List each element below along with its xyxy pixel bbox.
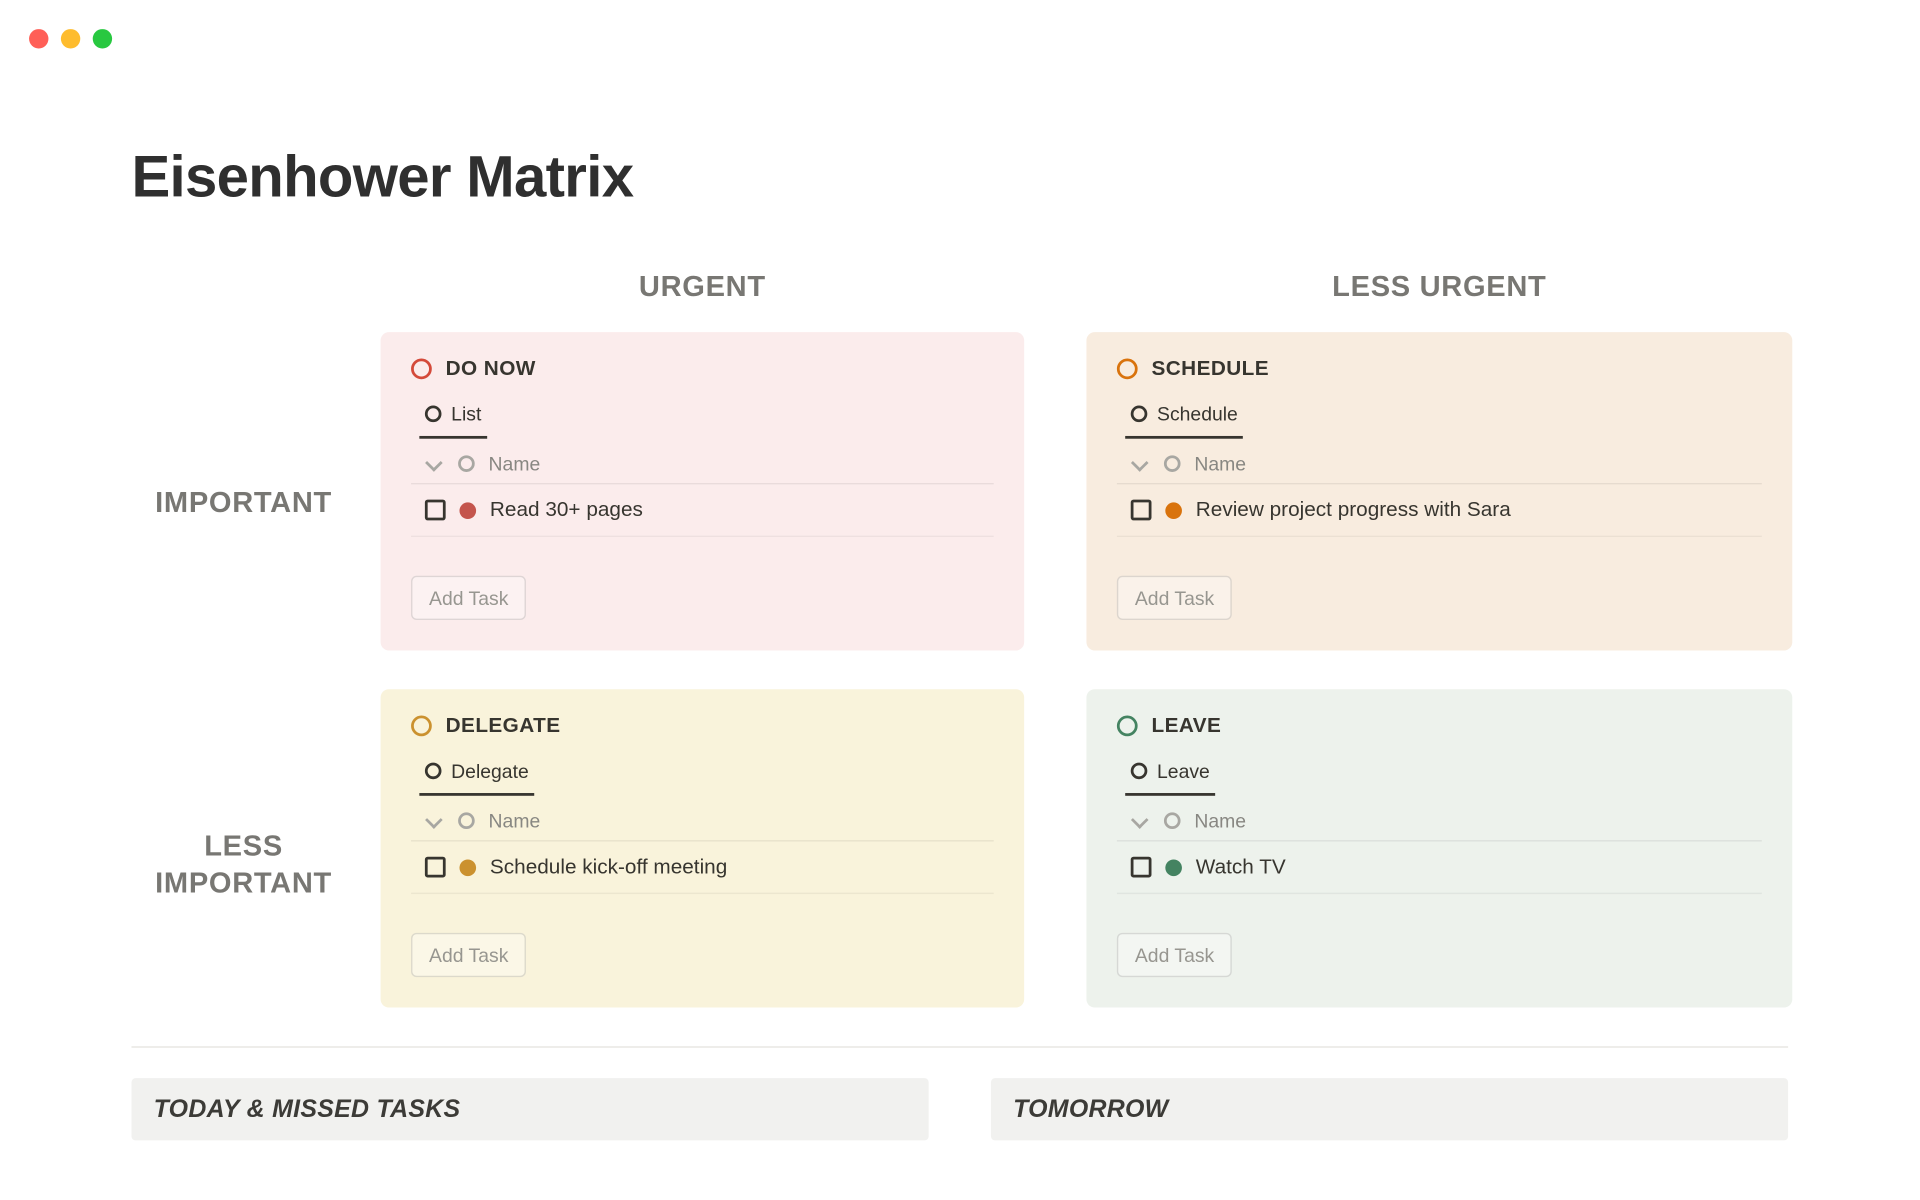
view-icon bbox=[1131, 406, 1148, 423]
quadrant-do-now[interactable]: DO NOW List Name Read 30+ pages bbox=[381, 332, 1025, 650]
task-title: Read 30+ pages bbox=[490, 498, 643, 522]
task-row[interactable]: Review project progress with Sara bbox=[1117, 484, 1762, 537]
chevron-down-icon[interactable] bbox=[425, 811, 444, 830]
quadrant-leave[interactable]: LEAVE Leave Name Watch TV bbox=[1086, 689, 1792, 1007]
task-checkbox[interactable] bbox=[425, 857, 446, 878]
task-row[interactable]: Schedule kick-off meeting bbox=[411, 841, 994, 894]
minimize-window-icon[interactable] bbox=[61, 29, 80, 48]
section-today-missed[interactable]: TODAY & MISSED TASKS bbox=[131, 1078, 928, 1140]
add-task-button[interactable]: Add Task bbox=[411, 576, 526, 620]
add-task-button[interactable]: Add Task bbox=[1117, 933, 1232, 977]
task-row[interactable]: Read 30+ pages bbox=[411, 484, 994, 537]
quadrant-title: DELEGATE bbox=[446, 714, 561, 738]
column-header-urgent: URGENT bbox=[381, 271, 1025, 332]
priority-dot-icon bbox=[1165, 502, 1182, 519]
view-tab-schedule[interactable]: Schedule bbox=[1125, 394, 1243, 438]
priority-dot-icon bbox=[459, 502, 476, 519]
row-header-less-important: LESS IMPORTANT bbox=[131, 689, 380, 903]
group-circle-icon bbox=[1164, 812, 1181, 829]
view-tab-list[interactable]: List bbox=[419, 394, 487, 438]
page-title: Eisenhower Matrix bbox=[131, 144, 1788, 210]
group-circle-icon bbox=[458, 455, 475, 472]
list-header[interactable]: Name bbox=[1117, 439, 1762, 485]
add-task-button[interactable]: Add Task bbox=[1117, 576, 1232, 620]
task-title: Schedule kick-off meeting bbox=[490, 855, 727, 879]
column-name-header: Name bbox=[489, 453, 541, 475]
view-tab-label: Delegate bbox=[451, 760, 529, 782]
task-row[interactable]: Watch TV bbox=[1117, 841, 1762, 894]
task-title: Watch TV bbox=[1196, 855, 1286, 879]
priority-dot-icon bbox=[1165, 859, 1182, 876]
view-tab-leave[interactable]: Leave bbox=[1125, 752, 1215, 796]
close-window-icon[interactable] bbox=[29, 29, 48, 48]
task-checkbox[interactable] bbox=[1131, 857, 1152, 878]
chevron-down-icon[interactable] bbox=[425, 454, 444, 473]
add-task-button[interactable]: Add Task bbox=[411, 933, 526, 977]
column-name-header: Name bbox=[489, 810, 541, 832]
list-header[interactable]: Name bbox=[411, 439, 994, 485]
view-tab-label: List bbox=[451, 403, 481, 425]
column-name-header: Name bbox=[1194, 453, 1246, 475]
quadrant-title: LEAVE bbox=[1151, 714, 1221, 738]
task-title: Review project progress with Sara bbox=[1196, 498, 1511, 522]
quadrant-title: DO NOW bbox=[446, 357, 536, 381]
row-header-important: IMPORTANT bbox=[131, 332, 380, 522]
group-circle-icon bbox=[458, 812, 475, 829]
list-header[interactable]: Name bbox=[411, 796, 994, 842]
window-traffic-lights[interactable] bbox=[29, 29, 112, 48]
chevron-down-icon[interactable] bbox=[1131, 811, 1150, 830]
section-heading: TOMORROW bbox=[1013, 1095, 1766, 1124]
quadrant-title: SCHEDULE bbox=[1151, 357, 1269, 381]
view-tab-delegate[interactable]: Delegate bbox=[419, 752, 534, 796]
priority-dot-icon bbox=[459, 859, 476, 876]
chevron-down-icon[interactable] bbox=[1131, 454, 1150, 473]
divider bbox=[131, 1046, 1788, 1047]
group-circle-icon bbox=[1164, 455, 1181, 472]
maximize-window-icon[interactable] bbox=[93, 29, 112, 48]
status-circle-icon bbox=[411, 716, 432, 737]
view-icon bbox=[1131, 763, 1148, 780]
quadrant-schedule[interactable]: SCHEDULE Schedule Name Review proje bbox=[1086, 332, 1792, 650]
view-tab-label: Schedule bbox=[1157, 403, 1238, 425]
view-icon bbox=[425, 406, 442, 423]
status-circle-icon bbox=[1117, 358, 1138, 379]
column-name-header: Name bbox=[1194, 810, 1246, 832]
section-heading: TODAY & MISSED TASKS bbox=[154, 1095, 907, 1124]
section-tomorrow[interactable]: TOMORROW bbox=[991, 1078, 1788, 1140]
quadrant-delegate[interactable]: DELEGATE Delegate Name Schedule kic bbox=[381, 689, 1025, 1007]
view-tab-label: Leave bbox=[1157, 760, 1210, 782]
status-circle-icon bbox=[1117, 716, 1138, 737]
column-header-less-urgent: LESS URGENT bbox=[1086, 271, 1792, 332]
task-checkbox[interactable] bbox=[425, 500, 446, 521]
view-icon bbox=[425, 763, 442, 780]
status-circle-icon bbox=[411, 358, 432, 379]
list-header[interactable]: Name bbox=[1117, 796, 1762, 842]
task-checkbox[interactable] bbox=[1131, 500, 1152, 521]
